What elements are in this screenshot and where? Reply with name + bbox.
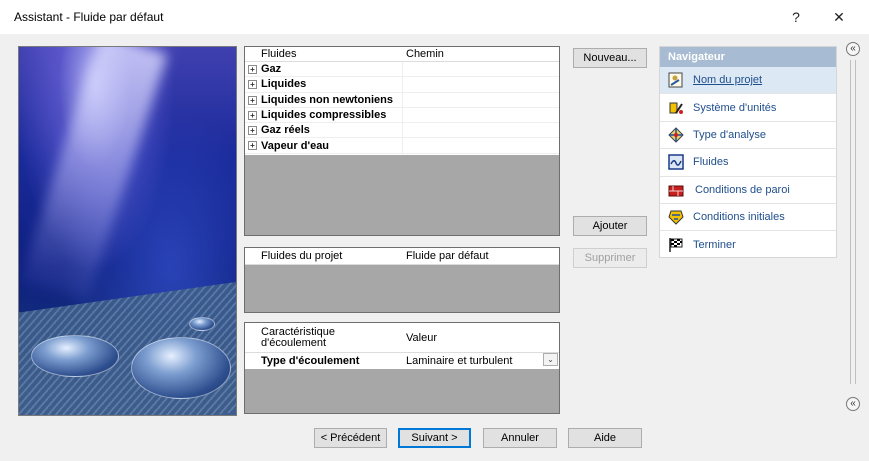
collapse-bottom-icon[interactable]: « — [846, 397, 860, 411]
nav-label: Type d'analyse — [693, 128, 767, 141]
tree-row-vapeur-eau[interactable]: + Vapeur d'eau — [245, 138, 559, 154]
nav-label: Nom du projet — [693, 74, 763, 87]
project-fluids-pane: Fluides du projet Fluide par défaut — [244, 247, 560, 313]
tree-row-gaz-reels[interactable]: + Gaz réels — [245, 123, 559, 139]
initial-conditions-icon — [668, 209, 684, 225]
flow-characteristic-column-header: Caractéristique d'écoulement — [261, 325, 335, 349]
nav-label: Conditions initiales — [693, 211, 785, 224]
fluids-column-header[interactable]: Fluides — [245, 48, 403, 60]
title-bar: Assistant - Fluide par défaut ? ✕ — [0, 0, 869, 34]
flow-type-row: Type d'écoulement Laminaire et turbulent — [245, 353, 559, 368]
default-fluid-column-header[interactable]: Fluide par défaut — [403, 250, 489, 262]
expand-icon[interactable]: + — [248, 95, 257, 105]
fluids-header: Fluides Chemin — [245, 47, 559, 62]
remove-button[interactable]: Supprimer — [573, 248, 647, 268]
tree-row-liquides-compressibles[interactable]: + Liquides compressibles — [245, 107, 559, 124]
unit-system-icon — [668, 100, 684, 116]
add-button[interactable]: Ajouter — [573, 216, 647, 236]
value-column-header: Valeur — [406, 331, 437, 344]
nav-label: Fluides — [693, 156, 729, 169]
analysis-type-icon — [668, 127, 684, 143]
nav-item-wall-conditions[interactable]: Conditions de paroi — [660, 177, 836, 204]
window-title: Assistant - Fluide par défaut — [14, 10, 164, 24]
nav-item-analysis-type[interactable]: Type d'analyse — [660, 122, 836, 150]
nav-item-initial-conditions[interactable]: Conditions initiales — [660, 204, 836, 232]
path-column-header[interactable]: Chemin — [403, 48, 444, 60]
collapse-top-icon[interactable]: « — [846, 42, 860, 56]
project-fluids-column-header[interactable]: Fluides du projet — [245, 250, 403, 262]
fluids-icon — [668, 154, 684, 171]
wizard-image — [18, 46, 237, 416]
flow-type-select[interactable]: Laminaire et turbulent — [403, 355, 512, 367]
navigator-panel: Navigateur Nom du projet Système d'unité… — [659, 46, 837, 258]
nav-item-project-name[interactable]: Nom du projet — [660, 67, 836, 95]
tree-label: Liquides — [261, 78, 307, 91]
expand-icon[interactable]: + — [248, 80, 257, 90]
nav-item-finish[interactable]: Terminer — [660, 231, 836, 258]
tree-label: Liquides non newtoniens — [261, 93, 393, 106]
cancel-button[interactable]: Annuler — [483, 428, 557, 448]
nav-item-unit-system[interactable]: Système d'unités — [660, 94, 836, 122]
expand-icon[interactable]: + — [248, 110, 257, 120]
fluids-list-pane: Fluides Chemin + Gaz + Liquides + Liquides … — [244, 46, 560, 236]
expand-icon[interactable]: + — [248, 65, 257, 74]
tree-row-liquides-non-newtoniens[interactable]: + Liquides non newtoniens — [245, 92, 559, 108]
tree-row-liquides[interactable]: + Liquides — [245, 77, 559, 93]
flow-characteristics-pane: Caractéristique d'écoulement Valeur Type… — [244, 322, 560, 414]
flow-header: Caractéristique d'écoulement Valeur — [245, 323, 559, 353]
navigator-title: Navigateur — [660, 47, 836, 67]
expand-icon[interactable]: + — [248, 126, 257, 136]
nav-item-fluids[interactable]: Fluides — [660, 149, 836, 177]
previous-button[interactable]: < Précédent — [314, 428, 387, 448]
tree-label: Vapeur d'eau — [261, 139, 330, 152]
flow-type-label: Type d'écoulement — [261, 354, 360, 367]
wall-conditions-icon — [668, 182, 684, 198]
next-button[interactable]: Suivant > — [398, 428, 471, 448]
tree-label: Liquides compressibles — [261, 109, 387, 122]
nav-label: Conditions de paroi — [695, 183, 790, 196]
new-button[interactable]: Nouveau... — [573, 48, 647, 68]
help-bottom-button[interactable]: Aide — [568, 428, 642, 448]
tree-row-gaz[interactable]: + Gaz — [245, 62, 559, 78]
project-fluids-header: Fluides du projet Fluide par défaut — [245, 248, 559, 265]
expand-icon[interactable]: + — [248, 141, 257, 151]
tree-label: Gaz — [261, 63, 282, 76]
side-scroll-track[interactable] — [850, 60, 856, 384]
finish-flag-icon — [668, 237, 684, 253]
tree-label: Gaz réels — [261, 124, 310, 137]
help-button[interactable]: ? — [783, 6, 809, 28]
nav-label: Terminer — [693, 239, 736, 252]
close-button[interactable]: ✕ — [826, 6, 852, 28]
project-name-icon — [668, 72, 684, 88]
nav-label: Système d'unités — [693, 101, 777, 114]
chevron-down-icon[interactable]: ⌄ — [543, 353, 558, 366]
